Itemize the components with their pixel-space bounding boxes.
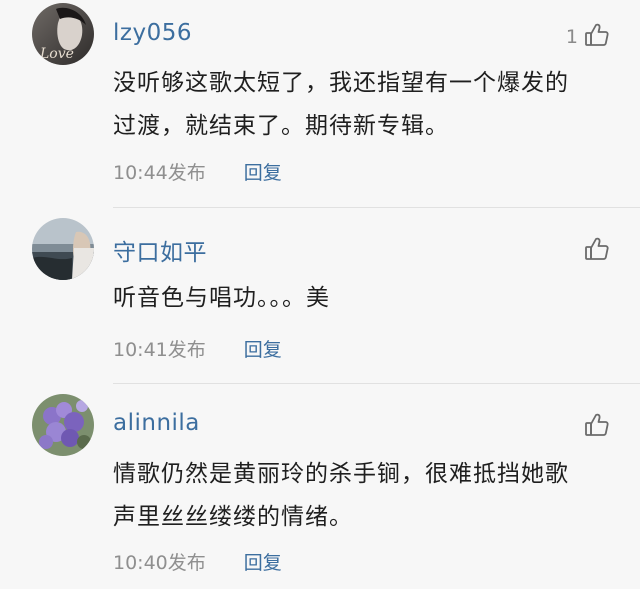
- comment-line: 听音色与唱功。。。美: [113, 285, 330, 311]
- comment-item: 守口如平 听音色与唱功。。。美 10:41发布 回复: [0, 208, 640, 384]
- like-button[interactable]: [578, 236, 610, 266]
- like-button[interactable]: 1: [566, 22, 610, 52]
- reply-button[interactable]: 回复: [244, 335, 282, 362]
- username[interactable]: alinnila: [113, 410, 200, 436]
- comment-meta: 10:40发布 回复: [113, 548, 282, 575]
- comment-text: 听音色与唱功。。。美: [113, 277, 603, 320]
- thumbs-up-icon: [584, 236, 610, 266]
- comment-text: 情歌仍然是黄丽玲的杀手锏，很难抵挡她歌 声里丝丝缕缕的情绪。: [113, 453, 603, 539]
- avatar[interactable]: [32, 394, 94, 456]
- comment-line: 情歌仍然是黄丽玲的杀手锏，很难抵挡她歌: [113, 461, 569, 487]
- like-button[interactable]: [578, 412, 610, 442]
- comment-line: 没听够这歌太短了，我还指望有一个爆发的: [113, 70, 569, 96]
- comment-meta: 10:44发布 回复: [113, 158, 282, 185]
- comment-item: Love lzy056 1 没听够这歌太短了，我还指望有一个爆发的 过渡，就结束…: [0, 0, 640, 210]
- like-count: 1: [565, 26, 578, 48]
- thumbs-up-icon: [584, 22, 610, 52]
- username[interactable]: lzy056: [113, 20, 192, 46]
- avatar[interactable]: [32, 218, 94, 280]
- comment-line: 声里丝丝缕缕的情绪。: [113, 504, 353, 530]
- reply-button[interactable]: 回复: [244, 158, 282, 185]
- thumbs-up-icon: [584, 412, 610, 442]
- comment-text: 没听够这歌太短了，我还指望有一个爆发的 过渡，就结束了。期待新专辑。: [113, 62, 603, 148]
- timestamp: 10:44发布: [113, 162, 206, 184]
- comment-meta: 10:41发布 回复: [113, 335, 282, 362]
- timestamp: 10:41发布: [113, 339, 206, 361]
- avatar-text: Love: [39, 46, 74, 62]
- avatar[interactable]: Love: [32, 3, 94, 65]
- reply-button[interactable]: 回复: [244, 548, 282, 575]
- comment-item: alinnila 情歌仍然是黄丽玲的杀手锏，很难抵挡她歌 声里丝丝缕缕的情绪。 …: [0, 384, 640, 589]
- comment-line: 过渡，就结束了。期待新专辑。: [113, 113, 449, 139]
- timestamp: 10:40发布: [113, 552, 206, 574]
- username[interactable]: 守口如平: [113, 233, 207, 267]
